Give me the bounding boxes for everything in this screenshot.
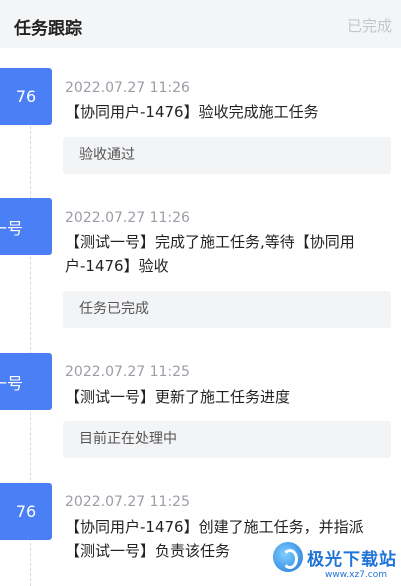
entry-timestamp: 2022.07.27 11:26 [65,80,190,96]
entry-message: 【测试一号】更新了施工任务进度 [65,388,291,406]
entry-note: 目前正在处理中 [63,421,391,458]
avatar[interactable]: 76 [0,483,52,540]
avatar[interactable]: 一号 [0,198,52,255]
task-timeline[interactable]: 76 2022.07.27 11:26 【协同用户-1476】验收完成施工任务 … [0,48,401,586]
watermark-text: 极光下载站 [307,549,397,570]
entry-timestamp: 2022.07.27 11:26 [65,210,190,226]
entry-timestamp: 2022.07.27 11:25 [65,364,190,380]
entry-note: 验收通过 [63,137,391,174]
site-watermark: 极光下载站 [273,542,397,572]
site-logo-icon [273,542,303,572]
entry-note: 任务已完成 [63,291,391,328]
page-title: 任务跟踪 [14,19,82,39]
entry-message: 【协同用户-1476】验收完成施工任务 [65,103,319,121]
status-badge: 已完成 [346,17,392,35]
task-tracking-header: 任务跟踪 已完成 [0,0,401,48]
entry-timestamp: 2022.07.27 11:25 [65,494,190,510]
entry-message: 【测试一号】完成了施工任务,等待【协同用户-1476】验收 [65,233,355,275]
avatar[interactable]: 一号 [0,353,52,410]
avatar[interactable]: 76 [0,68,52,125]
watermark-url: www.xz7.com [325,570,387,580]
